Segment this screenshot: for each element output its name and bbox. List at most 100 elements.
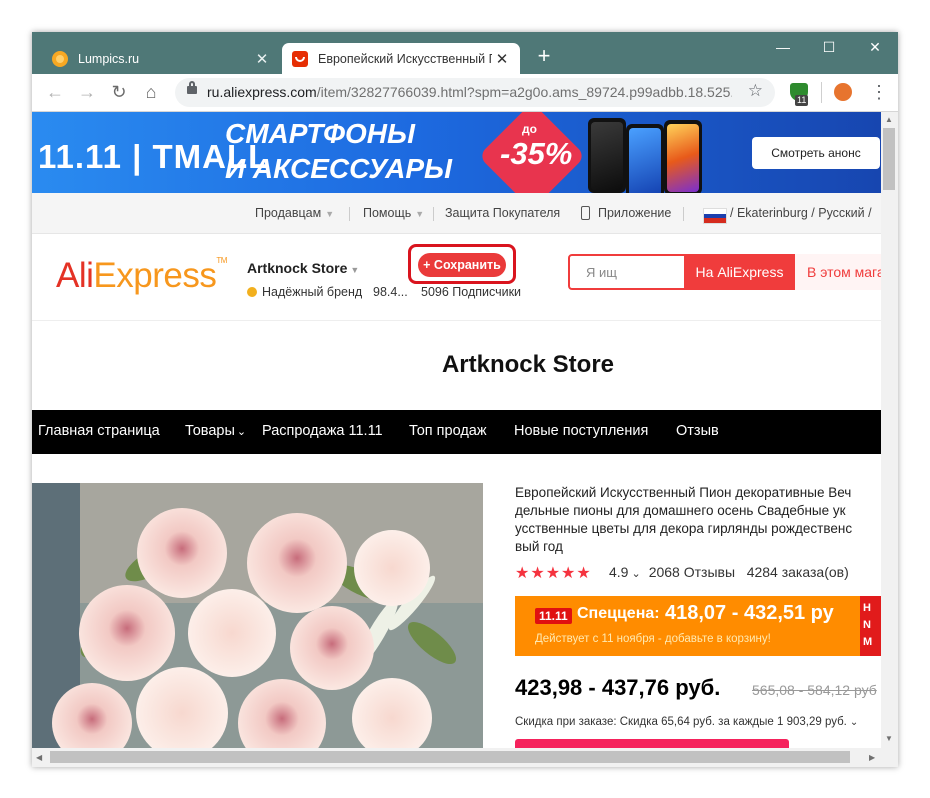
watch-announcement-button[interactable]: Смотреть анонс bbox=[752, 137, 880, 169]
rating-summary[interactable]: 4.9 ⌄ 2068 Отзывы 4284 заказа(ов) bbox=[609, 564, 849, 580]
title-line: дельные пионы для домашнего осень Свадеб… bbox=[515, 503, 846, 518]
search-input[interactable]: Я ищ bbox=[586, 265, 617, 280]
product-title[interactable]: Европейский Искусственный Пион декоратив… bbox=[515, 484, 881, 556]
special-price-bar: 11.11 Спеццена: 418,07 - 432,51 ру Дейст… bbox=[515, 596, 881, 656]
peony-bouquet-image bbox=[32, 483, 483, 748]
chevron-down-icon: ⌄ bbox=[849, 717, 859, 728]
nav-home[interactable]: Главная страница bbox=[38, 423, 160, 439]
vertical-scroll-thumb[interactable] bbox=[883, 128, 895, 190]
tab-title: Европейский Искусственный П bbox=[318, 51, 492, 66]
horizontal-scroll-thumb[interactable] bbox=[50, 751, 850, 763]
nav-sale[interactable]: Распродажа 11.11 bbox=[262, 423, 383, 439]
url-field[interactable]: ru.aliexpress.com/item/32827766039.html?… bbox=[175, 78, 775, 107]
chevron-down-icon: ⌄ bbox=[236, 426, 247, 438]
russia-flag-icon[interactable] bbox=[703, 208, 727, 224]
minimize-button[interactable]: — bbox=[760, 36, 806, 58]
app-link[interactable]: Приложение bbox=[598, 206, 671, 220]
chevron-down-icon: ▼ bbox=[325, 209, 335, 219]
aliexpress-logo[interactable]: AliExpressTM bbox=[56, 256, 227, 296]
highlight-outline bbox=[408, 244, 516, 284]
maximize-button[interactable]: ☐ bbox=[806, 36, 852, 58]
browser-window: Lumpics.ru ✕ Европейский Искусственный П… bbox=[32, 32, 898, 767]
more-menu-icon[interactable]: ⋮ bbox=[870, 80, 888, 104]
nav-top-sales[interactable]: Топ продаж bbox=[409, 423, 487, 439]
title-bar: Lumpics.ru ✕ Европейский Искусственный П… bbox=[32, 32, 898, 74]
scroll-left-arrow-icon[interactable]: ◀ bbox=[36, 753, 42, 762]
chevron-down-icon: ⌄ bbox=[631, 568, 641, 580]
top-links-bar: Продавцам ▼ Помощь ▼ Защита Покупателя При… bbox=[32, 193, 881, 234]
lumpics-favicon-icon bbox=[52, 50, 68, 67]
sellers-link[interactable]: Продавцам ▼ bbox=[255, 206, 334, 220]
search-aliexpress-button[interactable]: На AliExpress bbox=[684, 254, 795, 290]
special-price-value: 418,07 - 432,51 ру bbox=[665, 602, 834, 624]
rating-value: 4.9 bbox=[609, 564, 629, 580]
original-price: 565,08 - 584,12 руб bbox=[752, 682, 877, 698]
bookmark-star-icon[interactable]: ☆ bbox=[748, 81, 763, 101]
scroll-up-arrow-icon[interactable]: ▲ bbox=[885, 115, 893, 124]
positive-feedback-percent: 98.4... bbox=[373, 285, 408, 299]
special-price-note: Действует с 11 ноября - добавьте в корзи… bbox=[535, 633, 771, 645]
store-name-link[interactable]: Artknock Store ▼ bbox=[247, 260, 359, 276]
order-discount-info[interactable]: Скидка при заказе: Скидка 65,64 руб. за … bbox=[515, 716, 858, 728]
aliexpress-favicon-icon bbox=[292, 50, 308, 67]
reload-icon[interactable]: ↻ bbox=[106, 79, 132, 105]
new-tab-button[interactable]: + bbox=[532, 44, 556, 68]
forward-arrow-icon[interactable]: → bbox=[74, 79, 100, 105]
scroll-down-arrow-icon[interactable]: ▼ bbox=[885, 734, 893, 743]
sale-tag: 11.11 bbox=[535, 608, 572, 624]
store-name: Artknock Store bbox=[247, 260, 348, 276]
search-in-store-button[interactable]: В этом магазине bbox=[795, 254, 881, 290]
phone-image bbox=[664, 120, 702, 193]
back-arrow-icon[interactable]: ← bbox=[42, 79, 68, 105]
tab-title: Lumpics.ru bbox=[78, 51, 140, 66]
divider bbox=[683, 207, 684, 221]
product-photo[interactable] bbox=[32, 483, 483, 748]
fox-extension-icon[interactable] bbox=[834, 83, 852, 101]
extension-badge: 11 bbox=[795, 95, 809, 106]
help-link[interactable]: Помощь ▼ bbox=[363, 206, 424, 220]
tab-lumpics[interactable]: Lumpics.ru ✕ bbox=[40, 43, 280, 74]
divider bbox=[349, 207, 350, 221]
trademark-mark: TM bbox=[216, 256, 227, 265]
reviews-count[interactable]: 2068 Отзывы bbox=[649, 564, 735, 580]
help-label: Помощь bbox=[363, 206, 412, 220]
phone-image bbox=[588, 118, 626, 193]
discount-value: -35% bbox=[500, 136, 573, 171]
close-tab-icon[interactable]: ✕ bbox=[252, 50, 272, 68]
nav-products-label: Товары bbox=[185, 423, 235, 439]
title-line: Европейский Искусственный Пион декоратив… bbox=[515, 485, 852, 500]
toolbar-divider bbox=[821, 82, 822, 103]
promo-banner[interactable]: 11.11 | TMALL СМАРТФОНЫ И АКСЕССУАРЫ до … bbox=[32, 112, 881, 193]
close-window-button[interactable]: ✕ bbox=[852, 36, 898, 58]
region-language-selector[interactable]: / Ekaterinburg / Русский / bbox=[730, 206, 872, 220]
phone-image bbox=[626, 124, 664, 193]
search-box: Я ищ На AliExpress В этом магазине bbox=[568, 254, 881, 290]
followers-count: 5096 Подписчики bbox=[421, 285, 522, 299]
orders-count: 4284 заказа(ов) bbox=[746, 564, 849, 580]
address-bar: ← → ↻ ⌂ ru.aliexpress.com/item/328277660… bbox=[32, 74, 898, 112]
banner-headline-2: И АКСЕССУАРЫ bbox=[225, 153, 453, 184]
url-text[interactable]: ru.aliexpress.com/item/32827766039.html?… bbox=[207, 84, 732, 100]
rating-stars: ★★★★★ bbox=[515, 565, 592, 582]
page-viewport: 11.11 | TMALL СМАРТФОНЫ И АКСЕССУАРЫ до … bbox=[32, 112, 881, 748]
scroll-right-arrow-icon[interactable]: ▶ bbox=[869, 753, 875, 762]
vertical-scrollbar[interactable]: ▲ ▼ bbox=[881, 112, 898, 748]
nav-products[interactable]: Товары ⌄ bbox=[185, 423, 246, 439]
nav-new-arrivals[interactable]: Новые поступления bbox=[514, 423, 648, 439]
tab-aliexpress[interactable]: Европейский Искусственный П ✕ bbox=[282, 43, 520, 74]
banner-headline-1: СМАРТФОНЫ bbox=[225, 118, 415, 149]
coupon-button[interactable] bbox=[515, 739, 789, 748]
url-host: ru.aliexpress.com bbox=[207, 84, 317, 100]
chevron-down-icon: ▼ bbox=[415, 209, 425, 219]
order-discount-text: Скидка при заказе: Скидка 65,64 руб. за … bbox=[515, 716, 847, 728]
home-icon[interactable]: ⌂ bbox=[138, 79, 164, 105]
close-tab-icon[interactable]: ✕ bbox=[492, 50, 512, 68]
store-header: AliExpressTM Artknock Store ▼ Надёжный бр… bbox=[32, 234, 881, 321]
nav-reviews[interactable]: Отзыв bbox=[676, 423, 719, 439]
brand-medal-icon bbox=[247, 287, 257, 297]
horizontal-scrollbar[interactable]: ◀ ▶ bbox=[32, 748, 898, 767]
title-line: усственные цветы для декора гирлянды рож… bbox=[515, 521, 853, 536]
logo-part-ali: Ali bbox=[56, 256, 94, 295]
lock-icon bbox=[187, 81, 197, 94]
buyer-protection-link[interactable]: Защита Покупателя bbox=[445, 206, 560, 220]
